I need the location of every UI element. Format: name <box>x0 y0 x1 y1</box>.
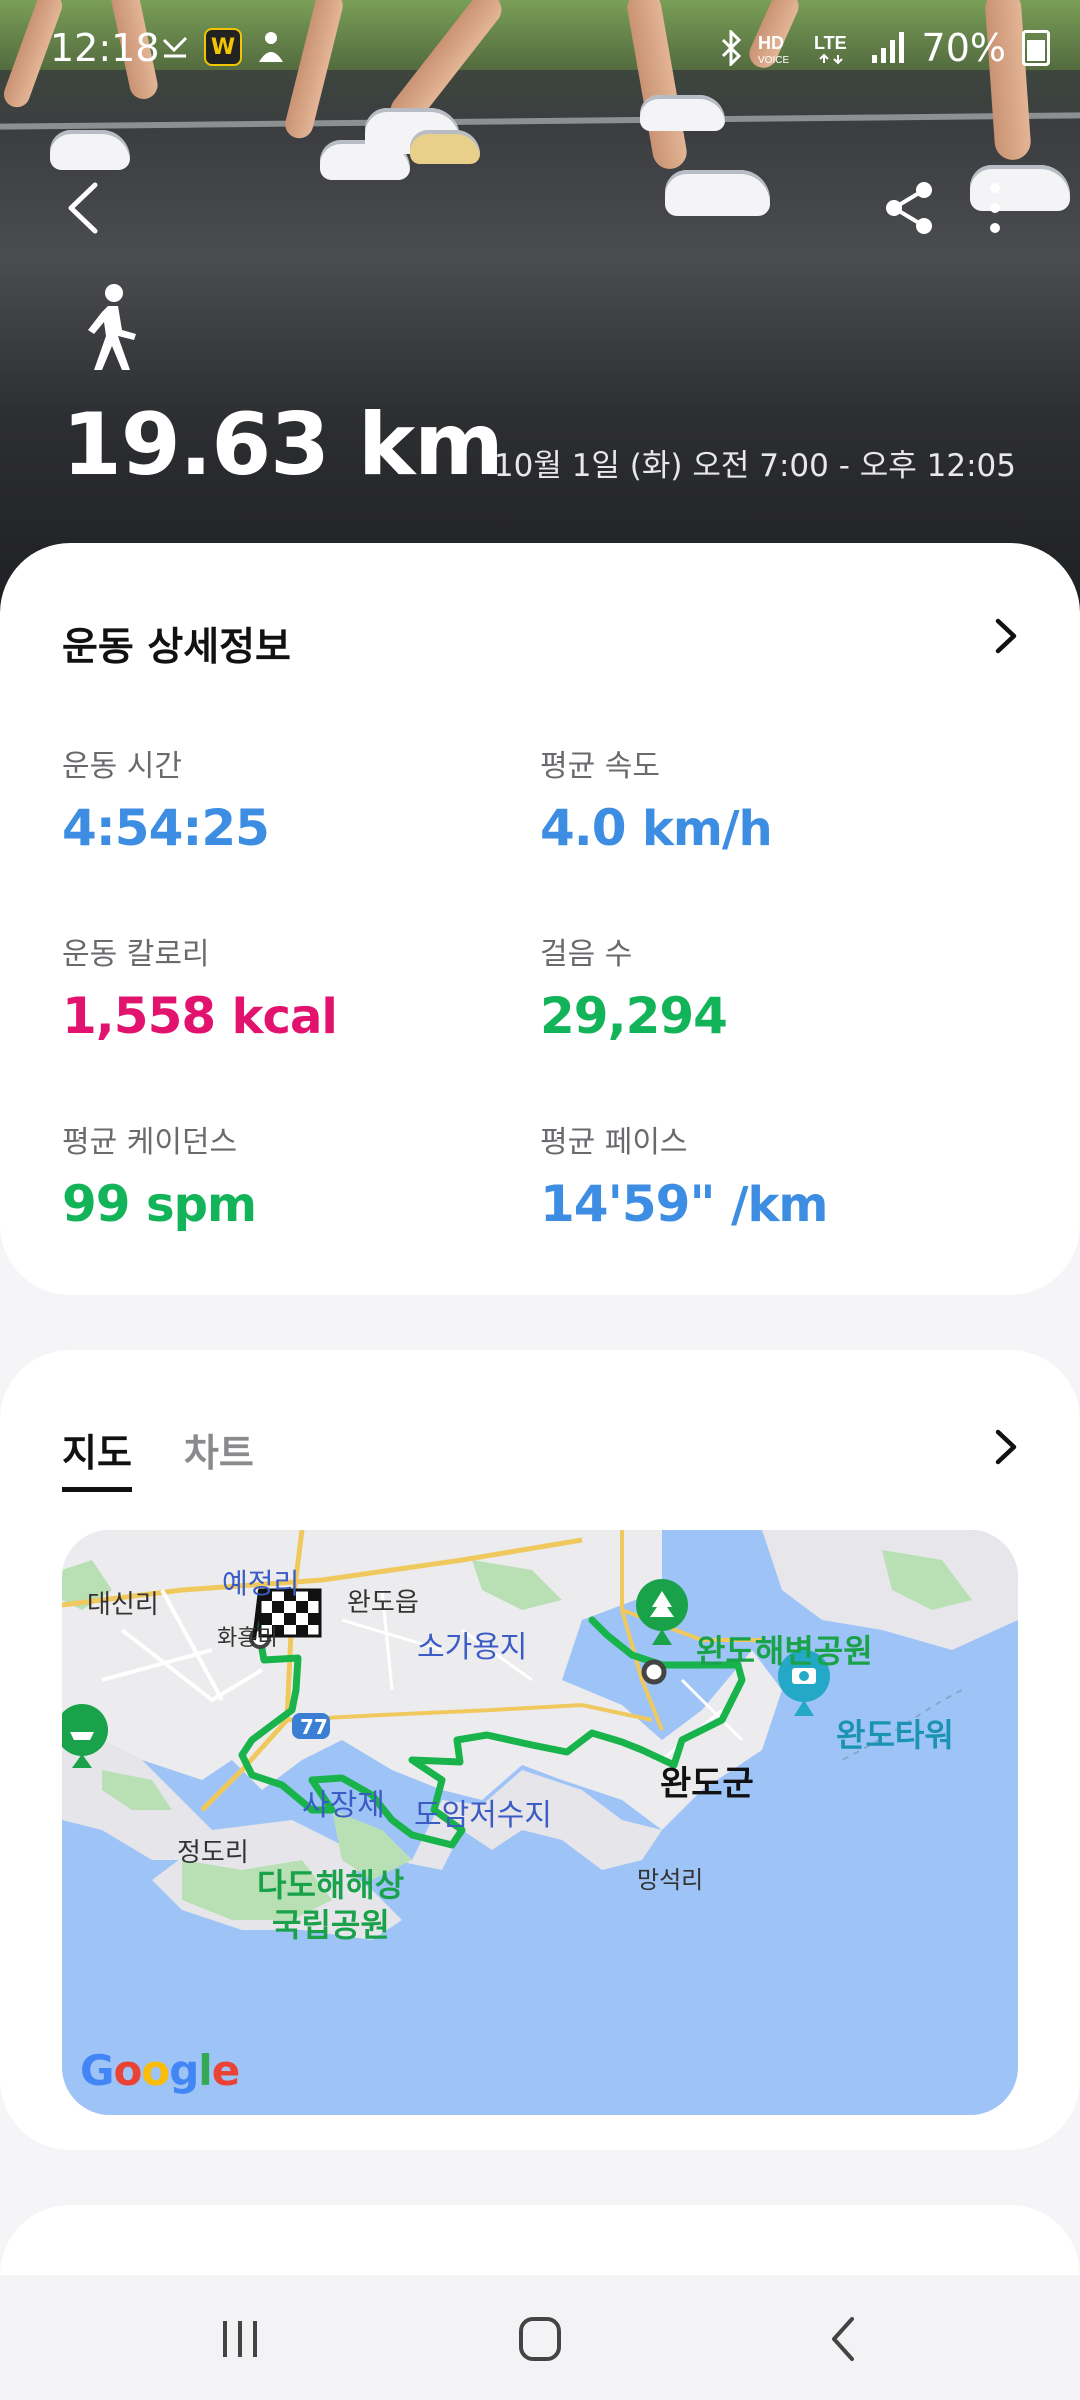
bluetooth-icon <box>721 30 741 66</box>
walking-icon <box>80 282 144 372</box>
metric-value: 4:54:25 <box>62 799 270 857</box>
w-app-icon: W <box>204 28 242 66</box>
map-label-hwaheungri: 화흥리 <box>217 1626 278 1651</box>
runner-shoe <box>50 130 130 170</box>
recent-apps-button[interactable] <box>205 2311 275 2367</box>
metric-number: 14'59" <box>540 1175 716 1233</box>
metric-value: 29,294 <box>540 987 728 1045</box>
back-arrow-icon <box>68 182 98 234</box>
back-nav-icon <box>832 2317 854 2361</box>
metric-pace: 평균 페이스 14'59" /km <box>540 1117 828 1233</box>
runner-shoe <box>640 95 725 131</box>
back-nav-button[interactable] <box>810 2311 880 2367</box>
map-label-daesinri: 대신리 <box>87 1590 159 1620</box>
map-label-sajangje: 사장제 <box>302 1788 385 1823</box>
metric-number: 29,294 <box>540 987 728 1045</box>
svg-text:VOICE: VOICE <box>758 55 789 65</box>
chevron-right-icon <box>995 1429 1017 1465</box>
metric-duration: 운동 시간 4:54:25 <box>62 741 270 857</box>
status-time: 12:18 <box>50 26 160 70</box>
runner-shoe <box>665 170 770 216</box>
home-icon <box>519 2317 561 2361</box>
map-expand-button[interactable] <box>980 1422 1030 1472</box>
metric-avg-speed: 평균 속도 4.0 km/h <box>540 741 773 857</box>
status-left-icons: W <box>160 28 286 66</box>
metric-value: 1,558 kcal <box>62 987 338 1045</box>
status-right-icons: HD VOICE LTE 70% <box>720 26 1050 70</box>
metric-number: 1,558 <box>62 987 216 1045</box>
back-button[interactable] <box>58 178 108 238</box>
battery-percent: 70% <box>921 26 1006 70</box>
svg-text:LTE: LTE <box>814 33 847 53</box>
more-options-button[interactable] <box>975 178 1015 238</box>
metric-unit: spm <box>146 1177 257 1233</box>
map-label-dadohae-2: 국립공원 <box>272 1906 390 1944</box>
metric-number: 99 <box>62 1175 131 1233</box>
system-navigation-bar <box>0 2275 1080 2400</box>
distance-value: 19.63 km <box>62 395 504 495</box>
svg-text:HD: HD <box>758 33 784 53</box>
map-label-sogayongji: 소가용지 <box>417 1630 528 1665</box>
metric-value: 99 spm <box>62 1175 257 1233</box>
metric-unit: kcal <box>231 989 338 1045</box>
metric-number: 4.0 <box>540 799 627 857</box>
metric-calories: 운동 칼로리 1,558 kcal <box>62 929 338 1045</box>
map-label-wandogun: 완도군 <box>660 1764 754 1804</box>
map-label-mangseokri: 망석리 <box>637 1866 704 1894</box>
metric-value: 14'59" /km <box>540 1175 828 1233</box>
map-label-route77: 77 <box>300 1715 328 1739</box>
metric-label: 평균 속도 <box>540 749 660 784</box>
metric-value: 4.0 km/h <box>540 799 773 857</box>
share-button[interactable] <box>880 178 940 238</box>
metric-label: 걸음 수 <box>540 937 633 972</box>
details-title: 운동 상세정보 <box>62 625 291 670</box>
more-vertical-icon <box>990 183 1000 233</box>
workout-details-card: 운동 상세정보 운동 시간 4:54:25 평균 속도 4.0 km/h 운동 … <box>0 543 1080 1295</box>
google-logo: Google <box>80 2046 240 2095</box>
person-icon <box>259 32 283 62</box>
metric-number: 4:54:25 <box>62 799 270 857</box>
tab-chart[interactable]: 차트 <box>184 1422 254 1492</box>
missed-call-icon <box>162 36 188 58</box>
status-bar: 12:18 W HD VOICE LTE 70% <box>0 14 1080 84</box>
route-map[interactable]: 대신리 예정리 화흥리 완도읍 소가용지 완도해변공원 완도타워 77 사장제 … <box>62 1530 1018 2115</box>
map-label-yejeongri: 예정리 <box>222 1567 300 1600</box>
map-label-wandotower: 완도타워 <box>836 1716 954 1754</box>
map-label-wandoeup: 완도읍 <box>347 1588 419 1618</box>
recent-apps-icon <box>223 2321 257 2357</box>
metric-unit: km/h <box>642 801 773 857</box>
details-expand-button[interactable] <box>980 611 1030 661</box>
runner-shoe <box>410 130 480 164</box>
metric-cadence: 평균 케이던스 99 spm <box>62 1117 257 1233</box>
battery-icon <box>1022 30 1050 66</box>
hero-lane-line <box>0 112 1080 130</box>
workout-datetime: 10월 1일 (화) 오전 7:00 - 오후 12:05 <box>493 448 1016 484</box>
map-chart-tabs: 지도 차트 <box>62 1422 254 1492</box>
metric-label: 운동 칼로리 <box>62 937 210 972</box>
map-card: 지도 차트 대신리 예정리 화흥리 완도읍 소가용지 완도해변공원 완도타워 7… <box>0 1350 1080 2150</box>
metric-steps: 걸음 수 29,294 <box>540 929 728 1045</box>
hd-voice-icon: HD VOICE <box>758 33 789 65</box>
share-icon <box>886 182 932 234</box>
tab-map[interactable]: 지도 <box>62 1422 132 1492</box>
hero-banner: 12:18 W HD VOICE LTE 70% 19.63 km 10월 1일 … <box>0 0 1080 620</box>
chevron-right-icon <box>995 618 1017 654</box>
signal-icon <box>871 32 904 63</box>
metric-label: 평균 페이스 <box>540 1125 688 1160</box>
map-label-doamreservoir: 도암저수지 <box>414 1798 552 1833</box>
metric-unit: /km <box>730 1177 828 1233</box>
metric-label: 운동 시간 <box>62 749 182 784</box>
lte-icon: LTE <box>814 33 847 65</box>
map-label-jeongdori: 정도리 <box>177 1838 249 1868</box>
map-label-wandobeach: 완도해변공원 <box>696 1632 873 1670</box>
metric-label: 평균 케이던스 <box>62 1125 238 1160</box>
home-button[interactable] <box>505 2311 575 2367</box>
